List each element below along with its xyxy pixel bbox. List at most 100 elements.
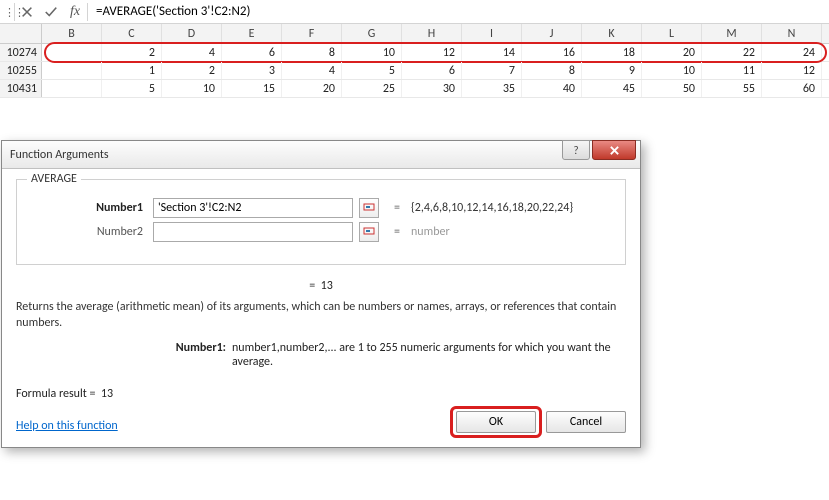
argument-label: Number1	[27, 201, 147, 215]
cell[interactable]: 55	[702, 80, 762, 97]
column-header[interactable]: F	[282, 24, 342, 43]
cell[interactable]: 12	[762, 62, 822, 79]
cell[interactable]	[42, 80, 102, 97]
formula-bar: ⋮⋮ fx =AVERAGE('Section 3'!C2:N2)	[0, 0, 829, 24]
cell[interactable]: 22	[702, 44, 762, 61]
range-selector-button[interactable]	[359, 198, 379, 218]
parameter-description: Number1: number1,number2,... are 1 to 25…	[16, 341, 626, 369]
column-header[interactable]: L	[642, 24, 702, 43]
cell[interactable]: 12	[402, 44, 462, 61]
formula-result: Formula result = 13	[16, 387, 113, 401]
cell[interactable]: 6	[402, 62, 462, 79]
argument-label: Number2	[27, 225, 147, 239]
cell[interactable]: 50	[642, 80, 702, 97]
argument-row: Number1 = {2,4,6,8,10,12,14,16,18,20,22,24…	[27, 198, 615, 218]
cell[interactable]	[42, 44, 102, 61]
row-header[interactable]: 10274	[0, 44, 42, 61]
cell[interactable]: 24	[762, 44, 822, 61]
cell[interactable]: 8	[522, 62, 582, 79]
column-header[interactable]: H	[402, 24, 462, 43]
column-header[interactable]: C	[102, 24, 162, 43]
param-text: number1,number2,... are 1 to 255 numeric…	[232, 341, 626, 369]
argument-evaluated: number	[411, 225, 615, 239]
function-name-label: AVERAGE	[27, 172, 81, 186]
cell[interactable]: 3	[222, 62, 282, 79]
table-row: 1027424681012141618202224	[0, 44, 829, 62]
cell[interactable]: 25	[342, 80, 402, 97]
dialog-close-button[interactable]	[592, 140, 636, 160]
function-description: Returns the average (arithmetic mean) of…	[16, 299, 626, 331]
equals-label: =	[389, 225, 405, 239]
cell[interactable]: 4	[282, 62, 342, 79]
column-header[interactable]: B	[42, 24, 102, 43]
cell[interactable]: 16	[522, 44, 582, 61]
range-selector-button[interactable]	[359, 222, 379, 242]
param-name: Number1:	[16, 341, 226, 369]
close-icon	[609, 145, 620, 156]
cell[interactable]: 18	[582, 44, 642, 61]
column-header[interactable]: I	[462, 24, 522, 43]
argument-input[interactable]	[153, 198, 353, 218]
enter-formula-button[interactable]	[39, 2, 63, 22]
cell[interactable]: 10	[642, 62, 702, 79]
row-header[interactable]: 10431	[0, 80, 42, 97]
cell[interactable]: 5	[102, 80, 162, 97]
cell[interactable]: 11	[702, 62, 762, 79]
column-headers: BCDEFGHIJKLMN	[0, 24, 829, 44]
dialog-title: Function Arguments	[10, 148, 109, 162]
formula-input[interactable]: =AVERAGE('Section 3'!C2:N2)	[88, 4, 829, 19]
column-header[interactable]: G	[342, 24, 402, 43]
x-icon	[20, 5, 34, 19]
cell[interactable]: 8	[282, 44, 342, 61]
intermediate-result: = 13	[16, 279, 626, 293]
cell[interactable]: 6	[222, 44, 282, 61]
table-row: 10431 51015202530354045505560	[0, 80, 829, 98]
cell[interactable]: 14	[462, 44, 522, 61]
cell[interactable]: 10	[162, 80, 222, 97]
column-header[interactable]: K	[582, 24, 642, 43]
argument-input[interactable]	[153, 222, 353, 242]
equals-label: =	[389, 201, 405, 215]
dialog-titlebar[interactable]: Function Arguments ?	[2, 141, 640, 169]
column-header[interactable]: D	[162, 24, 222, 43]
cell[interactable]: 9	[582, 62, 642, 79]
collapse-dialog-icon	[363, 202, 375, 214]
cell[interactable]: 2	[162, 62, 222, 79]
ok-button[interactable]: OK	[456, 411, 536, 433]
cell[interactable]: 2	[102, 44, 162, 61]
row-header[interactable]: 10255	[0, 62, 42, 79]
arguments-fieldset: AVERAGE Number1={2,4,6,8,10,12,14,16,18,…	[16, 179, 626, 265]
cell[interactable]: 15	[222, 80, 282, 97]
cell[interactable]: 60	[762, 80, 822, 97]
cell[interactable]: 20	[642, 44, 702, 61]
column-header[interactable]: M	[702, 24, 762, 43]
dialog-help-button[interactable]: ?	[562, 140, 590, 160]
cell[interactable]: 30	[402, 80, 462, 97]
column-header[interactable]: E	[222, 24, 282, 43]
column-header[interactable]: N	[762, 24, 822, 43]
cell[interactable]: 7	[462, 62, 522, 79]
function-arguments-dialog: Function Arguments ? AVERAGE Number1 = {2,…	[1, 140, 641, 448]
cell[interactable]: 4	[162, 44, 222, 61]
argument-row: Number2 = number	[27, 222, 615, 242]
cell[interactable]: 1	[102, 62, 162, 79]
select-all-corner[interactable]	[0, 24, 42, 43]
cell[interactable]: 35	[462, 80, 522, 97]
fx-icon: fx	[70, 4, 80, 20]
collapse-dialog-icon	[363, 226, 375, 238]
cell[interactable]: 10	[342, 44, 402, 61]
cell[interactable]: 40	[522, 80, 582, 97]
grip-dots-icon: ⋮⋮	[4, 8, 14, 16]
cell[interactable]	[42, 62, 102, 79]
argument-evaluated: {2,4,6,8,10,12,14,16,18,20,22,24}	[411, 201, 615, 215]
insert-function-button[interactable]: fx	[63, 2, 87, 22]
column-header[interactable]: J	[522, 24, 582, 43]
help-on-function-link[interactable]: Help on this function	[16, 419, 118, 433]
cancel-formula-button[interactable]	[15, 2, 39, 22]
cell[interactable]: 20	[282, 80, 342, 97]
spreadsheet-grid[interactable]: 1027424681012141618202224102551234567891…	[0, 44, 829, 98]
cell[interactable]: 5	[342, 62, 402, 79]
cell[interactable]: 45	[582, 80, 642, 97]
table-row: 10255123456789101112	[0, 62, 829, 80]
cancel-button[interactable]: Cancel	[546, 411, 626, 433]
